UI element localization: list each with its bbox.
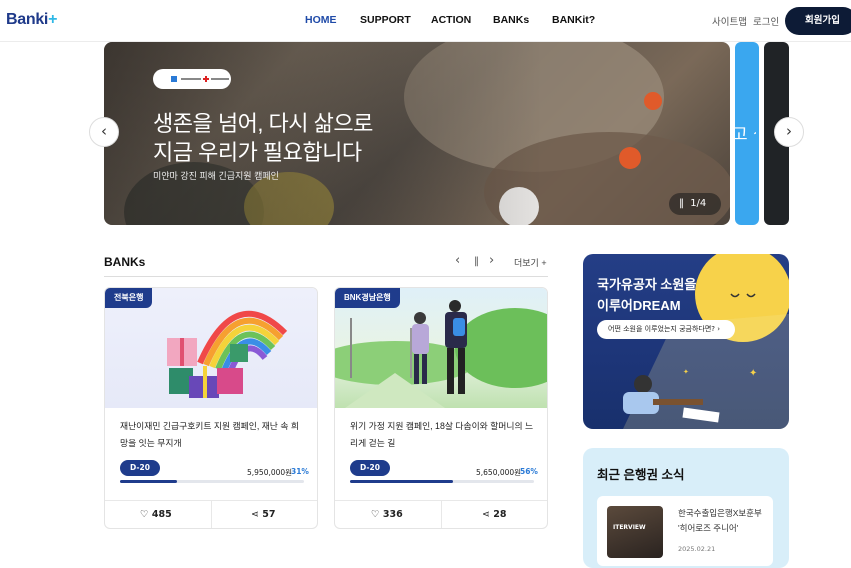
bank-badge: 전북은행 (105, 288, 153, 308)
pause-icon[interactable]: ‖ (679, 193, 687, 215)
news-item-date: 2025.02.21 (678, 545, 716, 553)
promo-cta-button[interactable]: 어떤 소원을 이루었는지 궁금하다면? › (597, 320, 735, 339)
card-amount: 5,950,000원 (247, 468, 293, 477)
hero-subtitle: 미얀마 강진 피해 긴급지원 캠페인 (153, 171, 279, 181)
like-button[interactable]: ♡ 336 (371, 509, 403, 520)
progress-bar (120, 480, 304, 483)
next-slide-peek[interactable]: 고 싶 (732, 42, 759, 225)
nav-banks[interactable]: BANKs (493, 14, 529, 26)
share-button[interactable]: ⋖ 57 (251, 509, 276, 520)
svg-text:✦: ✦ (683, 368, 689, 376)
banks-prev-icon[interactable]: ‹ (455, 253, 460, 268)
hero-title-line2: 지금 우리가 필요합니다 (153, 140, 362, 165)
banks-more-label: 더보기 (514, 258, 539, 268)
card-amount: 5,650,000원 (476, 468, 522, 477)
card-percent: 31% (291, 467, 309, 476)
hero-title-line1: 생존을 넘어, 다시 삶으로 (153, 111, 373, 136)
site-header: Banki+ HOME SUPPORT ACTION BANKs BANKit?… (0, 0, 851, 42)
news-item[interactable]: ITERVIEW 한국수출입은행X보훈부 '히어로즈 주니어' 2025.02.… (597, 496, 773, 566)
hero-next-button[interactable]: › (774, 117, 804, 147)
footer-divider (441, 501, 442, 528)
share-count: 28 (493, 509, 507, 520)
news-thumbnail-label: ITERVIEW (613, 524, 646, 531)
progress-bar (350, 480, 534, 483)
hero-slide[interactable]: 생존을 넘어, 다시 삶으로 지금 우리가 필요합니다 미얀마 강진 피해 긴급… (104, 42, 730, 225)
svg-text:✦: ✦ (749, 368, 757, 379)
chevron-right-icon: › (786, 122, 792, 140)
news-item-title[interactable]: 한국수출입은행X보훈부 '히어로즈 주니어' (678, 506, 768, 536)
banks-next-icon[interactable]: › (489, 253, 494, 268)
like-count: 485 (151, 509, 172, 520)
banks-section-title: BANKs (104, 255, 146, 269)
card-title[interactable]: 위기 가정 지원 캠페인, 18살 다솜이와 할머니의 느리게 걷는 길 (350, 418, 536, 452)
dday-badge: D-20 (120, 460, 160, 476)
dday-badge: D-20 (350, 460, 390, 476)
partner-logos (153, 69, 231, 89)
logo[interactable]: Banki+ (6, 11, 57, 29)
card-footer: ♡ 485 ⋖ 57 (105, 500, 317, 528)
slide-counter[interactable]: ‖ 1/4 (669, 193, 721, 215)
next-slide-peek-text: 고 싶 (732, 125, 756, 145)
nav-bankit[interactable]: BANKit? (552, 14, 595, 26)
signup-button[interactable]: 회원가입 (785, 7, 851, 35)
progress-fill (120, 480, 178, 483)
share-icon: ⋖ (482, 509, 490, 520)
bank-badge: BNK경남은행 (335, 288, 400, 308)
card-footer: ♡ 336 ⋖ 28 (335, 500, 547, 528)
card-title[interactable]: 재난이재민 긴급구호키트 지원 캠페인, 재난 속 희망을 잇는 무지개 (120, 418, 306, 452)
nav-action[interactable]: ACTION (431, 14, 471, 26)
nav-home[interactable]: HOME (305, 14, 337, 26)
plus-icon: + (541, 258, 547, 268)
share-icon: ⋖ (251, 509, 259, 520)
banks-more-link[interactable]: 더보기 + (514, 256, 547, 269)
like-count: 336 (382, 509, 403, 520)
news-title: 최근 은행권 소식 (597, 468, 685, 482)
hero-prev-button[interactable]: ‹ (89, 117, 119, 147)
promo-title-line2: 이루어DREAM (597, 298, 681, 313)
footer-divider (211, 501, 212, 528)
chevron-left-icon: ‹ (101, 122, 107, 140)
slide-counter-text: 1/4 (690, 198, 707, 209)
like-button[interactable]: ♡ 485 (140, 509, 172, 520)
sitemap-link[interactable]: 사이트맵 (712, 14, 747, 28)
partner-logos-graphic (171, 76, 229, 82)
login-link[interactable]: 로그인 (753, 14, 779, 28)
heart-icon: ♡ (371, 509, 380, 520)
section-divider (104, 276, 548, 277)
progress-fill (350, 480, 454, 483)
share-count: 57 (262, 509, 276, 520)
card-percent: 56% (520, 467, 538, 476)
nav-support[interactable]: SUPPORT (360, 14, 411, 26)
promo-title-line1: 국가유공자 소원을 (597, 277, 697, 292)
news-panel: 최근 은행권 소식 ITERVIEW 한국수출입은행X보훈부 '히어로즈 주니어… (583, 448, 789, 568)
news-thumbnail: ITERVIEW (607, 506, 663, 558)
campaign-card[interactable]: 전북은행 재난이재민 긴급구호키트 지원 캠페인, 재난 속 희망을 잇는 무지… (104, 287, 318, 529)
promo-banner[interactable]: ✦ ✦ 국가유공자 소원을 이루어DREAM 어떤 소원을 이루었는지 궁금하다… (583, 254, 789, 429)
campaign-card[interactable]: BNK경남은행 위기 가정 지원 캠페인, 18살 다솜이와 할머니의 느리게 … (334, 287, 548, 529)
logo-plus: + (48, 11, 58, 28)
banks-pause-icon[interactable]: ‖ (474, 256, 479, 267)
heart-icon: ♡ (140, 509, 149, 520)
share-button[interactable]: ⋖ 28 (482, 509, 507, 520)
